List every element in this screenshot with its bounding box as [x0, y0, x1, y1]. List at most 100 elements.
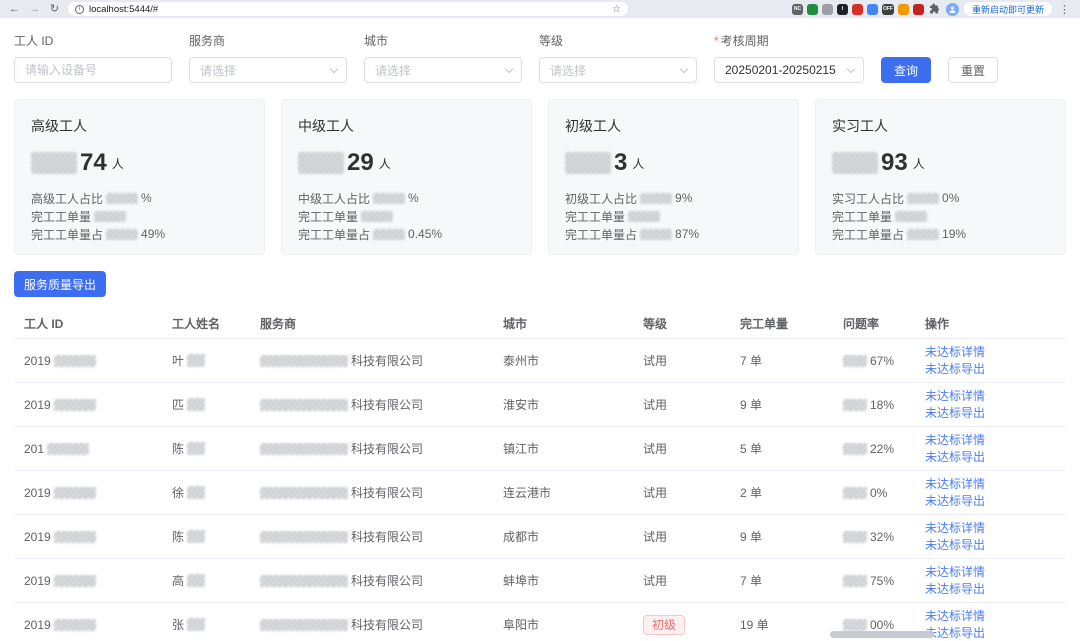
link-substandard-export[interactable]: 未达标导出 — [925, 361, 985, 377]
cell-worker-id: 2019 — [24, 398, 172, 412]
ext-green-grid-icon[interactable] — [806, 3, 818, 15]
ext-blue-icon[interactable] — [866, 3, 878, 15]
table-header: 工人 ID 工人姓名 服务商 城市 等级 完工单量 问题率 操作 — [14, 309, 1066, 339]
level-select[interactable]: 请选择 — [539, 57, 697, 83]
cell-level: 试用 — [643, 528, 740, 545]
redacted-id — [53, 574, 96, 587]
col-level: 等级 — [643, 317, 668, 331]
stat-card: 中级工人 29 人 中级工人占比% 完工工单量 完工工单量占 0.45% — [281, 99, 532, 255]
forward-icon[interactable]: → — [28, 0, 41, 18]
workers-table: 工人 ID 工人姓名 服务商 城市 等级 完工单量 问题率 操作 2019 叶 … — [14, 309, 1066, 641]
link-substandard-detail[interactable]: 未达标详情 — [925, 432, 985, 448]
profile-avatar[interactable] — [945, 2, 959, 16]
redacted-value — [373, 192, 406, 204]
link-substandard-export[interactable]: 未达标导出 — [925, 405, 985, 421]
level-value: 试用 — [643, 574, 668, 588]
city-label: 城市 — [364, 34, 389, 48]
ext-crimson-icon[interactable] — [912, 3, 924, 15]
table-body: 2019 叶 科技有限公司 泰州市 试用 7 单 67% 未达标详情 未达标导出 … — [14, 339, 1066, 641]
ext-nc-icon[interactable]: NC — [791, 3, 803, 15]
city-select[interactable]: 请选择 — [364, 57, 522, 83]
ext-red-icon[interactable] — [851, 3, 863, 15]
filter-city: 城市 请选择 — [364, 32, 522, 83]
link-substandard-detail[interactable]: 未达标详情 — [925, 608, 985, 624]
extensions-puzzle-icon[interactable] — [929, 3, 941, 15]
cell-orders: 2 单 — [740, 486, 763, 500]
stat-line: 完工工单量占 87% — [565, 227, 700, 242]
cell-worker-name: 陈 — [172, 440, 260, 457]
search-button[interactable]: 查询 — [881, 57, 932, 83]
link-substandard-export[interactable]: 未达标导出 — [925, 581, 985, 597]
redacted-id — [53, 398, 96, 411]
redacted-name — [187, 398, 206, 411]
bookmark-star-icon[interactable]: ☆ — [612, 4, 621, 15]
stat-count: 29 — [347, 149, 374, 176]
link-substandard-detail[interactable]: 未达标详情 — [925, 520, 985, 536]
cell-level: 初级 — [643, 614, 740, 635]
redacted-value — [106, 192, 139, 204]
redacted-vendor — [260, 574, 348, 587]
horizontal-scrollbar-thumb[interactable] — [830, 631, 934, 638]
chevron-down-icon — [504, 64, 514, 74]
required-asterisk: * — [714, 34, 719, 48]
redacted-value — [907, 228, 940, 240]
vendor-select-placeholder: 请选择 — [200, 63, 237, 78]
redacted-value — [94, 210, 127, 222]
stat-unit: 人 — [111, 156, 124, 171]
vendor-select[interactable]: 请选择 — [189, 57, 347, 83]
cell-rate: 32% — [843, 530, 925, 544]
ext-i-icon[interactable]: I — [836, 3, 848, 15]
ext-off-badge-icon[interactable]: OFF — [881, 3, 894, 15]
stat-card: 实习工人 93 人 实习工人占比 0% 完工工单量 完工工单量占 19% — [815, 99, 1066, 255]
address-bar[interactable]: i localhost:5444/# ☆ — [68, 2, 628, 16]
cell-worker-name: 徐 — [172, 484, 260, 501]
link-substandard-export[interactable]: 未达标导出 — [925, 537, 985, 553]
redacted-rate — [843, 530, 867, 543]
cell-city: 成都市 — [503, 530, 540, 544]
browser-toolbar: ← → ↻ i localhost:5444/# ☆ NC I OFF 重新启动即可… — [0, 0, 1080, 18]
city-select-placeholder: 请选择 — [375, 63, 412, 78]
restart-to-update-button[interactable]: 重新启动即可更新 — [963, 2, 1052, 16]
stat-number-row: 74 人 — [31, 149, 248, 177]
ext-gray-circle-icon[interactable] — [821, 3, 833, 15]
url-text[interactable]: localhost:5444/# — [89, 4, 607, 15]
stat-unit: 人 — [632, 156, 645, 171]
chevron-down-icon — [679, 64, 689, 74]
redacted-name — [187, 354, 206, 367]
worker-id-input[interactable] — [14, 57, 172, 83]
cell-vendor: 科技有限公司 — [260, 528, 503, 545]
link-substandard-export[interactable]: 未达标导出 — [925, 493, 985, 509]
redacted-rate — [843, 398, 867, 411]
period-label: * 考核周期 — [714, 34, 769, 48]
stat-line: 实习工人占比 0% — [832, 191, 960, 206]
browser-menu-icon[interactable]: ⋮ — [1057, 3, 1072, 16]
col-vendor: 服务商 — [260, 317, 297, 331]
reset-button[interactable]: 重置 — [948, 57, 999, 83]
link-substandard-detail[interactable]: 未达标详情 — [925, 564, 985, 580]
site-info-icon[interactable]: i — [75, 4, 84, 14]
link-substandard-detail[interactable]: 未达标详情 — [925, 388, 985, 404]
cell-vendor: 科技有限公司 — [260, 616, 503, 633]
redacted-rate — [843, 574, 867, 587]
link-substandard-detail[interactable]: 未达标详情 — [925, 476, 985, 492]
cell-worker-name: 张 — [172, 616, 260, 633]
link-substandard-export[interactable]: 未达标导出 — [925, 625, 985, 641]
ext-orange-icon[interactable] — [897, 3, 909, 15]
link-substandard-detail[interactable]: 未达标详情 — [925, 344, 985, 360]
redacted-id — [53, 354, 96, 367]
refresh-icon[interactable]: ↻ — [48, 0, 61, 18]
cell-orders: 9 单 — [740, 530, 763, 544]
stat-cards: 高级工人 74 人 高级工人占比% 完工工单量 完工工单量占 49% 中级工人 29 … — [14, 99, 1066, 255]
redacted-name — [187, 618, 206, 631]
cell-rate: 0% — [843, 486, 925, 500]
back-icon[interactable]: ← — [8, 0, 21, 18]
stat-lines: 初级工人占比 9% 完工工单量 完工工单量占 87% — [565, 189, 782, 243]
redacted-rate — [843, 354, 867, 367]
cell-worker-id: 2019 — [24, 354, 172, 368]
period-select[interactable]: 20250201-20250215 — [714, 57, 864, 83]
service-quality-export-button[interactable]: 服务质量导出 — [14, 271, 107, 297]
cell-city: 蚌埠市 — [503, 574, 540, 588]
stat-line: 完工工单量占 0.45% — [298, 227, 443, 242]
link-substandard-export[interactable]: 未达标导出 — [925, 449, 985, 465]
redacted-vendor — [260, 354, 348, 367]
